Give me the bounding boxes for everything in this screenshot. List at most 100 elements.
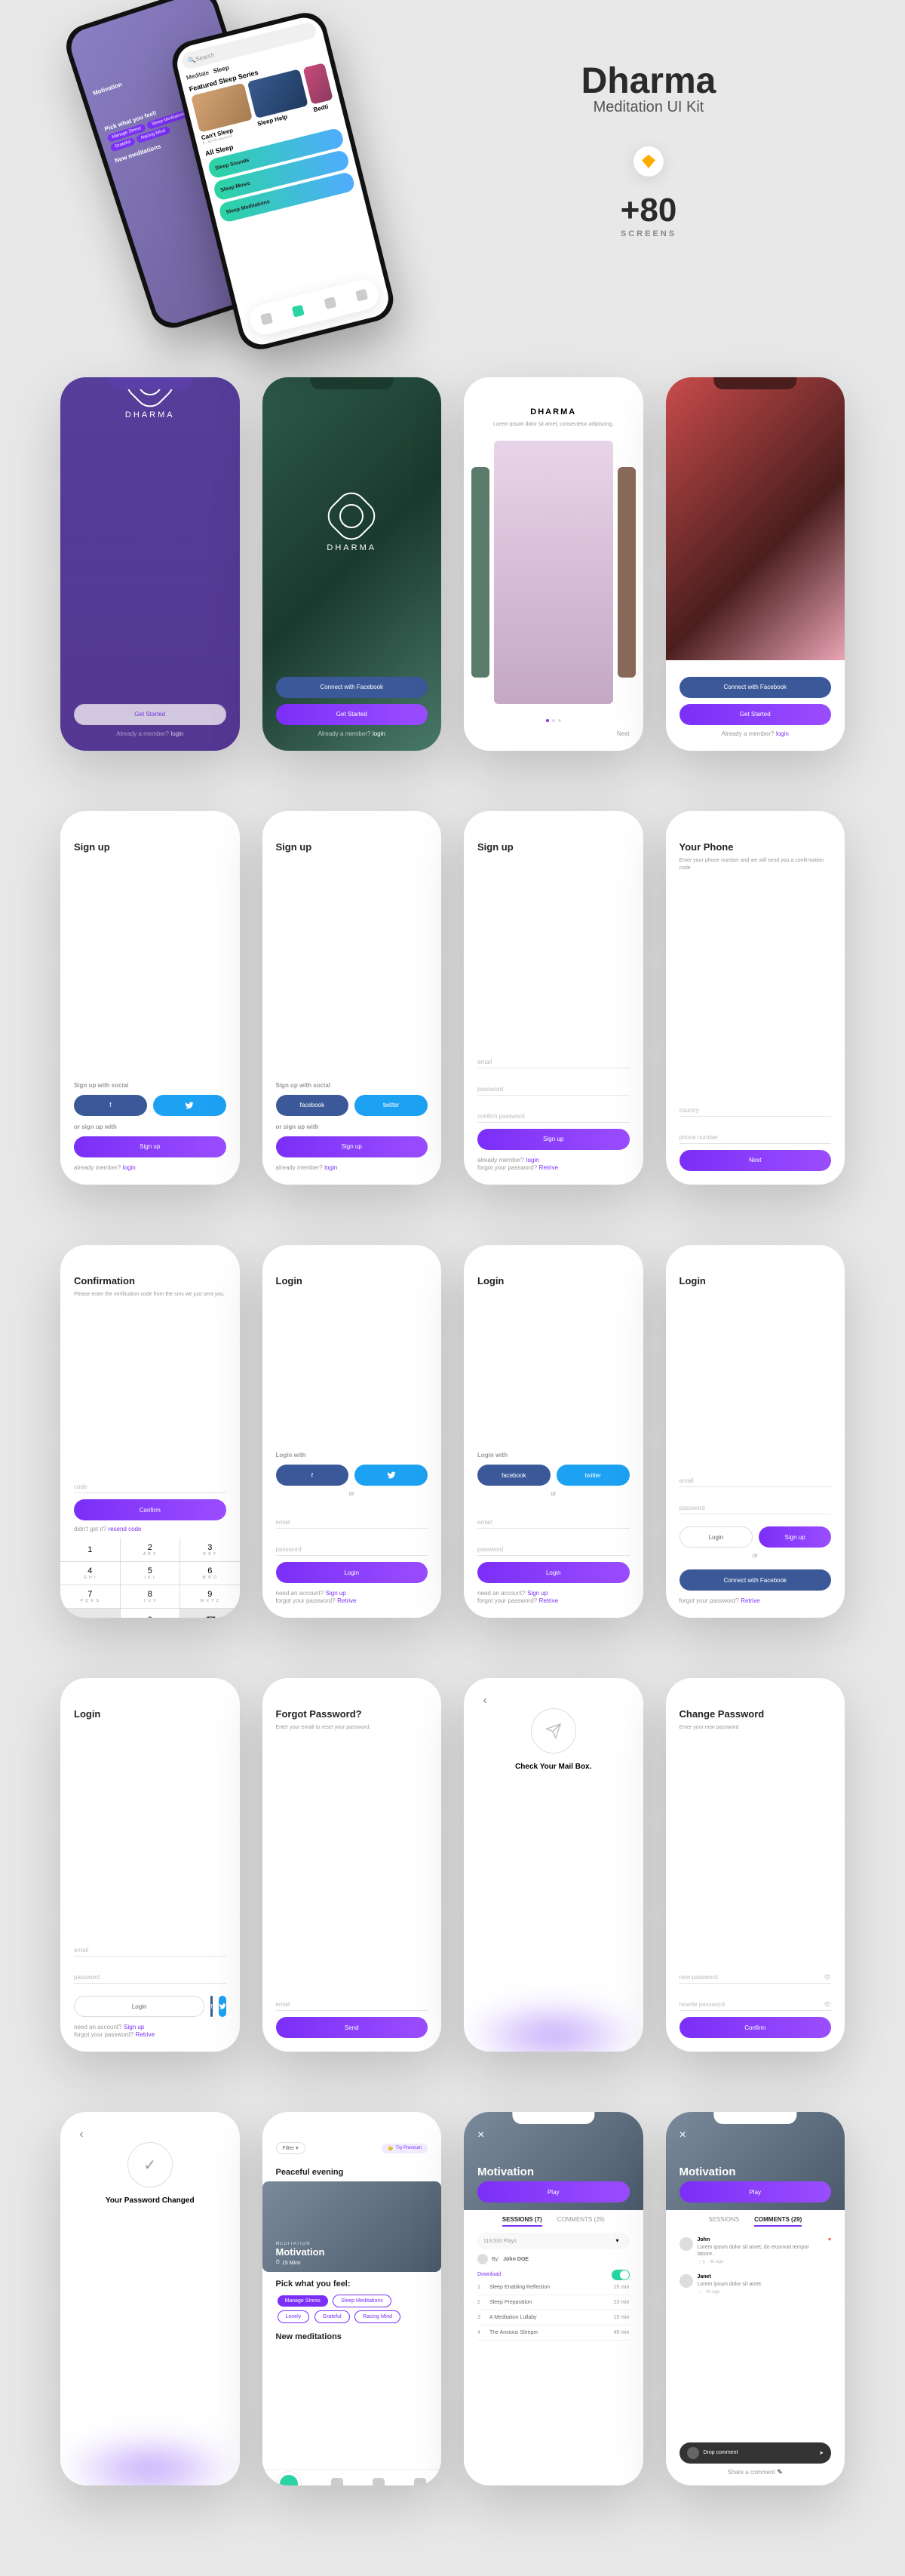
password-field[interactable]: password bbox=[74, 1966, 226, 1984]
featured-card[interactable]: MEDITATION Motivation ⏱ 15 Mins bbox=[262, 2181, 442, 2272]
next-link[interactable]: Next bbox=[617, 730, 629, 737]
track-row[interactable]: 3A Meditation Lullaby15 min bbox=[477, 2310, 630, 2325]
chip-manage-stress[interactable]: Manage Stress bbox=[278, 2295, 328, 2307]
phone-field[interactable]: phone number bbox=[680, 1126, 832, 1144]
nav-search-icon[interactable] bbox=[331, 2478, 343, 2485]
tab-comments[interactable]: COMMENTS (29) bbox=[754, 2216, 802, 2227]
rewrite-password-field[interactable]: rewrite password👁 bbox=[680, 1993, 832, 2011]
country-field[interactable]: country bbox=[680, 1099, 832, 1117]
twitter-button[interactable]: twitter bbox=[557, 1465, 630, 1486]
resend-link[interactable]: resend code bbox=[108, 1526, 141, 1532]
screen-check-mail: ‹ Check Your Mail Box. bbox=[464, 1678, 643, 2052]
login-button[interactable]: Login bbox=[74, 1996, 204, 2017]
chip-grateful[interactable]: Grateful bbox=[314, 2310, 350, 2323]
key-7[interactable]: 7P Q R S bbox=[60, 1585, 120, 1608]
email-field[interactable]: email bbox=[477, 1050, 630, 1068]
key-8[interactable]: 8T U V bbox=[121, 1585, 180, 1608]
connect-facebook-button[interactable]: Connect with Facebook bbox=[680, 677, 832, 698]
confirm-button[interactable]: Confirm bbox=[74, 1499, 226, 1520]
screen-confirmation: Confirmation Please enter the verificati… bbox=[60, 1245, 240, 1618]
share-comment-link[interactable]: Share a comment bbox=[728, 2469, 775, 2476]
email-field[interactable]: email bbox=[477, 1511, 630, 1529]
avatar bbox=[687, 2447, 699, 2459]
get-started-button[interactable]: Get Started bbox=[680, 704, 832, 725]
twitter-icon-button[interactable] bbox=[219, 1996, 226, 2017]
password-field[interactable]: password bbox=[276, 1538, 428, 1556]
new-password-field[interactable]: new password👁 bbox=[680, 1966, 832, 1984]
key-3[interactable]: 3D E F bbox=[180, 1539, 240, 1561]
key-9[interactable]: 9W X Y Z bbox=[180, 1585, 240, 1608]
back-button[interactable]: ‹ bbox=[477, 1693, 492, 1708]
comment-item: Janet Lorem ipsum dolor sit amet. ♡4h ag… bbox=[680, 2270, 832, 2300]
play-button[interactable]: Play bbox=[680, 2181, 832, 2203]
signup-button[interactable]: Sign up bbox=[74, 1136, 226, 1157]
login-link[interactable]: login bbox=[123, 1164, 136, 1171]
confirm-password-field[interactable]: confirm password bbox=[477, 1105, 630, 1123]
connect-facebook-button[interactable]: Connect with Facebook bbox=[276, 677, 428, 698]
key-1[interactable]: 1 bbox=[60, 1539, 120, 1561]
twitter-button[interactable]: twitter bbox=[354, 1095, 428, 1116]
screen-login-2: Login Login with facebook twitter or ema… bbox=[464, 1245, 643, 1618]
email-field[interactable]: email bbox=[276, 1993, 428, 2011]
twitter-button[interactable] bbox=[153, 1095, 226, 1116]
login-button[interactable]: Login bbox=[276, 1562, 428, 1583]
chip-lonely[interactable]: Lonely bbox=[278, 2310, 310, 2323]
key-0[interactable]: 0 bbox=[121, 1609, 180, 1618]
download-toggle[interactable] bbox=[612, 2270, 630, 2280]
login-button[interactable]: Login bbox=[680, 1526, 753, 1548]
password-field[interactable]: password bbox=[477, 1538, 630, 1556]
facebook-button[interactable]: facebook bbox=[276, 1095, 349, 1116]
chevron-down-icon: ▾ bbox=[616, 2237, 624, 2245]
login-button[interactable]: Login bbox=[477, 1562, 630, 1583]
next-button[interactable]: Next bbox=[680, 1150, 832, 1171]
key-2[interactable]: 2A B C bbox=[121, 1539, 180, 1561]
tab-sessions[interactable]: SESSIONS bbox=[708, 2216, 739, 2227]
filter-button[interactable]: Filter ▾ bbox=[276, 2142, 305, 2154]
back-button[interactable]: ‹ bbox=[74, 2127, 89, 2142]
tab-comments[interactable]: COMMENTS (29) bbox=[557, 2216, 605, 2227]
facebook-button[interactable]: facebook bbox=[477, 1465, 551, 1486]
track-row[interactable]: 2Sleep Preparation23 min bbox=[477, 2295, 630, 2310]
get-started-button[interactable]: Get Started bbox=[276, 704, 428, 725]
login-link[interactable]: login bbox=[324, 1164, 337, 1171]
key-4[interactable]: 4G H I bbox=[60, 1562, 120, 1585]
nav-home-icon[interactable] bbox=[277, 2472, 301, 2485]
facebook-icon-button[interactable]: f bbox=[210, 1996, 212, 2017]
email-field[interactable]: email bbox=[74, 1938, 226, 1957]
close-button[interactable]: × bbox=[477, 2129, 484, 2142]
send-button[interactable]: Send bbox=[276, 2017, 428, 2038]
key-delete[interactable]: ⌫ bbox=[180, 1609, 240, 1618]
try-premium-button[interactable]: 👑 Try Premium bbox=[382, 2144, 428, 2153]
screen-signup-form: Sign up email password confirm password … bbox=[464, 811, 643, 1185]
twitter-button[interactable] bbox=[354, 1465, 428, 1486]
tab-sessions[interactable]: SESSIONS (7) bbox=[502, 2216, 542, 2227]
connect-facebook-button[interactable]: Connect with Facebook bbox=[680, 1569, 832, 1591]
chip-sleep-meditations[interactable]: Sleep Meditations bbox=[333, 2295, 391, 2307]
facebook-button[interactable]: f bbox=[74, 1095, 147, 1116]
screen-count: +80 bbox=[452, 192, 845, 229]
screen-signup-social-2: Sign up Sign up with social facebook twi… bbox=[262, 811, 442, 1185]
nav-stats-icon[interactable] bbox=[414, 2478, 426, 2485]
track-row[interactable]: 1Sleep Enabling Reflection15 min bbox=[477, 2280, 630, 2295]
facebook-button[interactable]: f bbox=[276, 1465, 349, 1486]
email-field[interactable]: email bbox=[276, 1511, 428, 1529]
password-field[interactable]: password bbox=[477, 1077, 630, 1096]
signup-button[interactable]: Sign up bbox=[759, 1526, 831, 1548]
email-field[interactable]: email bbox=[680, 1469, 832, 1487]
key-5[interactable]: 5J K L bbox=[121, 1562, 180, 1585]
password-field[interactable]: password bbox=[680, 1496, 832, 1514]
pack-plays: 119,533 Plays ▾ bbox=[477, 2233, 630, 2249]
track-row[interactable]: 4The Anxious Sleeper40 min bbox=[477, 2325, 630, 2341]
close-button[interactable]: × bbox=[680, 2129, 686, 2142]
download-link[interactable]: Download bbox=[477, 2272, 501, 2277]
signup-button[interactable]: Sign up bbox=[477, 1129, 630, 1150]
key-6[interactable]: 6M N O bbox=[180, 1562, 240, 1585]
code-field[interactable]: code bbox=[74, 1475, 226, 1493]
nav-user-icon[interactable] bbox=[373, 2478, 385, 2485]
screen-signup-social-1: Sign up Sign up with social f or sign up… bbox=[60, 811, 240, 1185]
comment-input[interactable]: Drop comment ➤ bbox=[680, 2442, 832, 2464]
confirm-button[interactable]: Confirm bbox=[680, 2017, 832, 2038]
chip-racing-mind[interactable]: Racing Mind bbox=[354, 2310, 400, 2323]
play-button[interactable]: Play bbox=[477, 2181, 630, 2203]
signup-button[interactable]: Sign up bbox=[276, 1136, 428, 1157]
